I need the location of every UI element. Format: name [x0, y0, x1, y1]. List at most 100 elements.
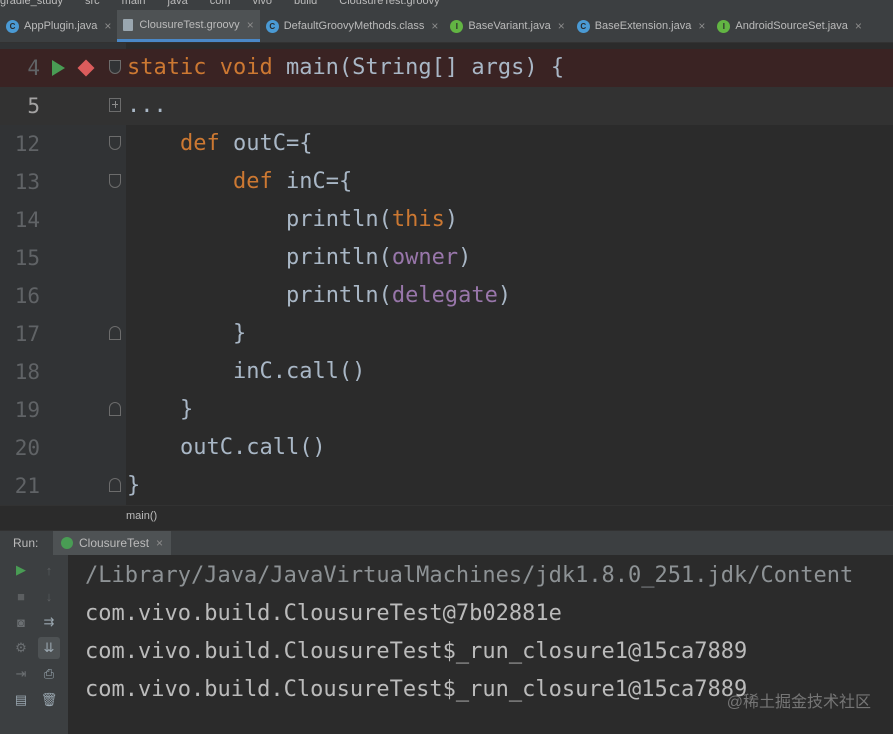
close-icon[interactable]: × — [156, 536, 163, 550]
code-line-20[interactable]: 20 outC.call() — [0, 429, 893, 467]
line-number: 16 — [14, 284, 40, 308]
close-icon[interactable]: × — [431, 19, 438, 33]
fold-expand-icon[interactable] — [109, 98, 121, 112]
editor-tab[interactable]: C DefaultGroovyMethods.class × — [260, 10, 445, 42]
code-text: outC={ — [219, 131, 313, 156]
code-keyword: def — [179, 131, 220, 156]
code-text: println( — [285, 245, 392, 270]
tab-label: ClousureTest.groovy — [139, 18, 240, 31]
tab-label: DefaultGroovyMethods.class — [283, 20, 425, 32]
code-line-12[interactable]: 12 def outC={ — [0, 125, 893, 163]
breadcrumb-method[interactable]: main() — [126, 510, 157, 522]
code-editor[interactable]: 4 static void main(String[] args) { 5 ..… — [0, 43, 893, 505]
layout-icon[interactable]: ▤ — [10, 689, 32, 711]
editor-tab[interactable]: ClousureTest.groovy × — [117, 10, 260, 42]
line-number: 20 — [14, 436, 40, 460]
run-tab-label: ClousureTest — [79, 536, 150, 550]
breakpoint-icon[interactable] — [77, 59, 95, 77]
code-text: inC={ — [272, 169, 353, 194]
line-number: 4 — [27, 56, 40, 80]
code-field: delegate — [391, 283, 498, 308]
arrow-down-icon[interactable]: ↓ — [38, 585, 60, 607]
arrow-up-icon[interactable]: ↑ — [38, 559, 60, 581]
close-icon[interactable]: × — [558, 19, 565, 33]
fold-end-icon[interactable] — [109, 402, 121, 416]
code-text: } — [232, 321, 247, 346]
code-line-4[interactable]: 4 static void main(String[] args) { — [0, 49, 893, 87]
folded-code-placeholder[interactable]: ... — [127, 87, 167, 125]
breadcrumb-item[interactable]: ClousureTest.groovy — [339, 0, 439, 7]
console-line: /Library/Java/JavaVirtualMachines/jdk1.8… — [85, 563, 854, 588]
console-line: com.vivo.build.ClousureTest$_run_closure… — [85, 677, 748, 702]
close-icon[interactable]: × — [104, 19, 111, 33]
run-panel-label: Run: — [13, 536, 39, 550]
stop-icon[interactable]: ■ — [10, 585, 32, 607]
close-icon[interactable]: × — [247, 18, 254, 32]
editor-tab[interactable]: I AndroidSourceSet.java × — [711, 10, 868, 42]
soft-wrap-icon[interactable]: ⇉ — [38, 611, 60, 633]
editor-tab[interactable]: C AppPlugin.java × — [0, 10, 117, 42]
interface-icon: I — [717, 19, 731, 33]
fold-collapse-icon[interactable] — [109, 136, 121, 150]
fold-collapse-icon[interactable] — [109, 174, 121, 188]
settings-icon[interactable]: ⚙ — [10, 637, 32, 659]
code-line-18[interactable]: 18 inC.call() — [0, 353, 893, 391]
breadcrumb-item[interactable]: main — [122, 0, 146, 7]
code-line-14[interactable]: 14 println(this) — [0, 201, 893, 239]
class-icon: C — [576, 19, 590, 33]
code-text: main(String[] args) { — [272, 55, 565, 80]
code-breadcrumb: main() — [0, 505, 893, 530]
breadcrumb: gradle_study src main java com vivo build Clous… — [0, 0, 893, 10]
line-number: 5 — [27, 94, 40, 118]
print-icon[interactable]: ⎙ — [38, 663, 60, 685]
rerun-icon[interactable]: ▶ — [10, 559, 32, 581]
breadcrumb-item[interactable]: src — [85, 0, 100, 7]
breadcrumb-item[interactable]: java — [168, 0, 188, 7]
editor-tab[interactable]: C BaseExtension.java × — [571, 10, 712, 42]
code-line-19[interactable]: 19 } — [0, 391, 893, 429]
line-number: 15 — [14, 246, 40, 270]
console-line: com.vivo.build.ClousureTest@7b02881e — [85, 601, 562, 626]
code-text: println( — [285, 207, 392, 232]
console-line: com.vivo.build.ClousureTest$_run_closure… — [85, 639, 748, 664]
close-icon[interactable]: × — [698, 19, 705, 33]
code-keyword: static void — [127, 55, 273, 80]
camera-icon[interactable]: ◙ — [10, 611, 32, 633]
code-text: ) — [458, 245, 472, 270]
code-text: inC.call() — [232, 359, 366, 384]
code-line-15[interactable]: 15 println(owner) — [0, 239, 893, 277]
breadcrumb-item[interactable]: com — [210, 0, 231, 7]
breadcrumb-item[interactable]: gradle_study — [0, 0, 63, 7]
code-keyword: def — [232, 169, 273, 194]
fold-end-icon[interactable] — [109, 326, 121, 340]
fold-collapse-icon[interactable] — [109, 60, 121, 74]
code-text: ) — [497, 283, 512, 308]
code-line-16[interactable]: 16 println(delegate) — [0, 277, 893, 315]
interface-icon: I — [450, 19, 464, 33]
run-toolbar: ▶ ↑ ■ ↓ ◙ ⇉ ⚙ ⇊ ⇥ ⎙ ▤ 🗑 — [0, 555, 68, 734]
trash-icon[interactable]: 🗑 — [38, 689, 60, 711]
breadcrumb-item[interactable]: build — [294, 0, 317, 7]
code-line-13[interactable]: 13 def inC={ — [0, 163, 893, 201]
close-icon[interactable]: × — [855, 19, 862, 33]
editor-tabs: C AppPlugin.java × ClousureTest.groovy × C Def… — [0, 10, 893, 43]
scroll-to-end-icon[interactable]: ⇊ — [38, 637, 60, 659]
code-line-17[interactable]: 17 } — [0, 315, 893, 353]
tab-label: AndroidSourceSet.java — [735, 20, 848, 32]
code-text: } — [179, 397, 194, 422]
line-number: 19 — [14, 398, 40, 422]
exit-icon[interactable]: ⇥ — [10, 663, 32, 685]
run-icon[interactable] — [52, 60, 65, 76]
line-number: 13 — [14, 170, 40, 194]
line-number: 18 — [14, 360, 40, 384]
breadcrumb-item[interactable]: vivo — [252, 0, 272, 7]
fold-end-icon[interactable] — [109, 478, 121, 492]
line-number: 21 — [14, 474, 40, 498]
code-line-21[interactable]: 21 } — [0, 467, 893, 505]
code-field: owner — [391, 245, 459, 270]
editor-tab[interactable]: I BaseVariant.java × — [444, 10, 570, 42]
code-line-5[interactable]: 5 ... — [0, 87, 893, 125]
run-config-tab[interactable]: ClousureTest × — [53, 531, 172, 555]
tab-label: BaseExtension.java — [594, 20, 692, 32]
groovy-run-icon — [61, 537, 73, 549]
